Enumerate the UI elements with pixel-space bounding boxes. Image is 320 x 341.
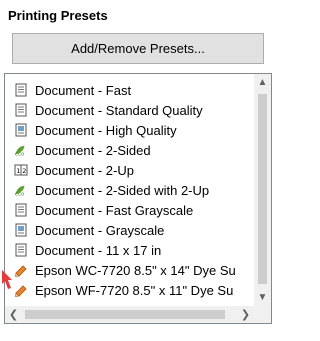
vertical-scrollbar[interactable]: ▲ ▼ (254, 74, 271, 306)
horizontal-scrollbar[interactable]: ❮ ❯ (5, 306, 256, 323)
preset-list-item[interactable]: Document - Fast (5, 80, 255, 100)
svg-text:eco: eco (15, 151, 24, 157)
svg-text:eco: eco (15, 191, 24, 197)
preset-label: Document - 2-Sided with 2-Up (35, 182, 210, 198)
preset-label: Document - High Quality (35, 122, 177, 138)
eco-icon: eco (14, 183, 28, 197)
document-photo-icon (14, 123, 28, 137)
preset-list-item[interactable]: eco Document - 2-Sided (5, 140, 255, 160)
presets-listbox[interactable]: Document - Fast Document - Standard Quali… (4, 73, 272, 324)
scroll-down-button[interactable]: ▼ (254, 289, 271, 306)
preset-list-item[interactable]: Document - Fast Grayscale (5, 200, 255, 220)
svg-text:1: 1 (16, 167, 20, 175)
preset-label: Document - 2-Up (35, 162, 134, 178)
preset-label: Epson WC-7720 8.5" x 14" Dye Su (35, 262, 236, 278)
preset-list-item[interactable]: Document - 11 x 17 in (5, 240, 255, 260)
preset-list-item[interactable]: Document - Standard Quality (5, 100, 255, 120)
document-icon (14, 103, 28, 117)
preset-list-item[interactable]: Epson WC-7720 8.5" x 14" Dye Su (5, 260, 255, 280)
preset-label: Epson WF-7720 8.5" x 11" Dye Su (35, 282, 234, 298)
pencil-eraser-icon (14, 263, 28, 277)
document-icon (14, 83, 28, 97)
pencil-eraser-icon (14, 283, 28, 297)
document-photo-icon (14, 223, 28, 237)
preset-list-item[interactable]: Document - Grayscale (5, 220, 255, 240)
eco-icon: eco (14, 143, 28, 157)
preset-label: Document - Grayscale (35, 222, 165, 238)
add-remove-presets-button[interactable]: Add/Remove Presets... (12, 33, 264, 64)
preset-list-item[interactable]: eco Document - 2-Sided with 2-Up (5, 180, 255, 200)
vertical-scroll-thumb[interactable] (258, 94, 267, 284)
preset-label: Document - Standard Quality (35, 102, 203, 118)
preset-label: Document - 11 x 17 in (35, 242, 162, 258)
scrollbar-corner (254, 306, 271, 323)
preset-label: Document - Fast (35, 82, 132, 98)
arrow-pointer-icon (2, 270, 12, 289)
preset-list-item[interactable]: 1 2 Document - 2-Up (5, 160, 255, 180)
presets-list: Document - Fast Document - Standard Quali… (5, 80, 255, 300)
svg-text:2: 2 (22, 167, 26, 175)
preset-list-item[interactable]: Document - High Quality (5, 120, 255, 140)
preset-label: Document - Fast Grayscale (35, 202, 194, 218)
horizontal-scroll-thumb[interactable] (25, 310, 225, 319)
preset-list-item[interactable]: Epson WF-7720 8.5" x 11" Dye Su (5, 280, 255, 300)
section-title: Printing Presets (8, 8, 108, 23)
scroll-right-button[interactable]: ❯ (237, 306, 254, 323)
scroll-left-button[interactable]: ❮ (5, 306, 22, 323)
document-icon (14, 203, 28, 217)
two-up-icon: 12 (14, 163, 28, 177)
document-icon (14, 243, 28, 257)
preset-label: Document - 2-Sided (35, 142, 151, 158)
scroll-up-button[interactable]: ▲ (254, 74, 271, 91)
